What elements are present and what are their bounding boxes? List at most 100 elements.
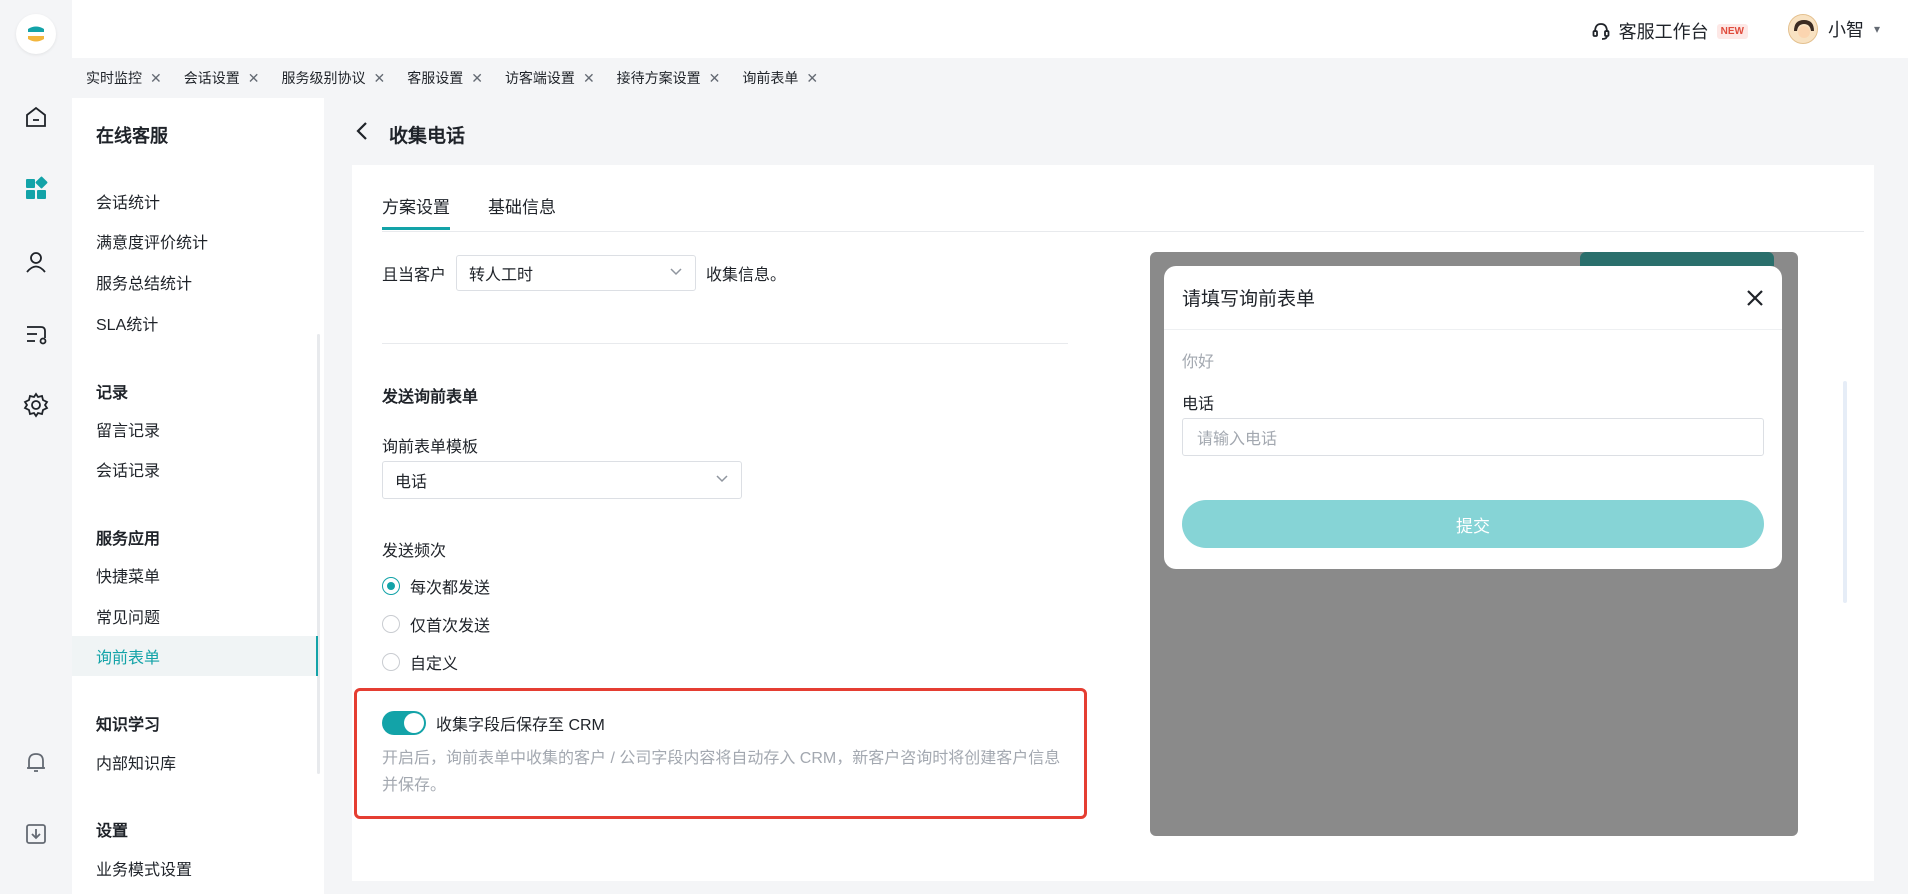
app-logo[interactable] xyxy=(16,14,56,54)
tab-realtime-monitor[interactable]: 实时监控 ✕ xyxy=(86,68,162,88)
icon-rail xyxy=(0,0,72,894)
sidebar-item-pre-chat-form[interactable]: 询前表单 xyxy=(72,636,318,676)
content-card: 方案设置 基础信息 且当客户 转人工时 收集信息。 发送询前表单 询前表单模板 … xyxy=(352,165,1874,881)
settings-icon[interactable] xyxy=(22,391,50,419)
condition-suffix: 收集信息。 xyxy=(706,267,787,284)
modal-title: 请填写询前表单 xyxy=(1182,289,1316,310)
sidebar-group-settings: 设置 xyxy=(96,823,129,840)
radio-button[interactable] xyxy=(382,653,400,671)
radio-label: 自定义 xyxy=(410,656,459,673)
tab-sla[interactable]: 服务级别协议 ✕ xyxy=(281,68,385,88)
content-tabs: 方案设置 基础信息 xyxy=(382,165,1864,232)
tab-label: 会话设置 xyxy=(183,70,240,86)
tab-label: 实时监控 xyxy=(86,70,142,86)
crm-toggle[interactable] xyxy=(382,711,426,735)
chevron-down-icon xyxy=(715,471,729,489)
tab-label: 询前表单 xyxy=(742,70,799,86)
route-icon[interactable] xyxy=(22,320,50,348)
tab-session-settings[interactable]: 会话设置 ✕ xyxy=(184,68,260,88)
chevron-down-icon: ▾ xyxy=(1873,22,1880,36)
close-icon[interactable]: ✕ xyxy=(150,70,162,87)
radio-custom[interactable]: 自定义 xyxy=(382,650,458,674)
tab-agent-settings[interactable]: 客服设置 ✕ xyxy=(407,68,483,88)
crm-toggle-row: 收集字段后保存至 CRM xyxy=(382,711,605,735)
radio-button[interactable] xyxy=(382,615,400,633)
sidebar-group-records: 记录 xyxy=(96,385,129,402)
home-icon[interactable] xyxy=(22,103,50,131)
headset-icon xyxy=(1592,23,1610,40)
tab-label: 访客端设置 xyxy=(504,70,575,86)
top-header: 客服工作台 NEW 小智 ▾ xyxy=(72,0,1908,58)
sidebar-item-quick-menu[interactable]: 快捷菜单 xyxy=(72,555,318,595)
sidebar-item-messages[interactable]: 留言记录 xyxy=(72,409,318,449)
divider xyxy=(382,343,1068,344)
submit-button[interactable]: 提交 xyxy=(1182,500,1764,548)
download-icon[interactable] xyxy=(22,820,50,848)
sidebar-item-knowledge-base[interactable]: 内部知识库 xyxy=(72,742,318,782)
sidebar-scrollbar[interactable] xyxy=(317,334,320,774)
modal-header: 请填写询前表单 xyxy=(1164,266,1782,330)
condition-select[interactable]: 转人工时 xyxy=(456,255,697,291)
workbench-label: 客服工作台 xyxy=(1618,22,1709,42)
tab-plan-settings[interactable]: 方案设置 xyxy=(382,193,450,218)
sidebar-group-knowledge: 知识学习 xyxy=(96,717,161,734)
sidebar-item-satisfaction-stats[interactable]: 满意度评价统计 xyxy=(72,221,318,261)
close-icon[interactable]: ✕ xyxy=(373,70,385,87)
close-icon[interactable]: ✕ xyxy=(583,70,595,87)
user-name: 小智 xyxy=(1827,20,1864,40)
sidebar-group-apps: 服务应用 xyxy=(96,531,161,548)
radio-first-only[interactable]: 仅首次发送 xyxy=(382,612,490,636)
crm-toggle-label: 收集字段后保存至 CRM xyxy=(436,717,605,734)
content-scrollbar[interactable] xyxy=(1843,381,1847,603)
condition-select-value: 转人工时 xyxy=(469,267,534,284)
template-label: 询前表单模板 xyxy=(382,439,479,456)
user-menu[interactable]: 小智 ▾ xyxy=(1787,14,1880,44)
close-icon[interactable]: ✕ xyxy=(248,70,260,87)
sidebar-item-business-mode[interactable]: 业务模式设置 xyxy=(72,848,318,888)
close-icon[interactable] xyxy=(1746,285,1764,311)
active-tab-indicator xyxy=(382,227,450,230)
phone-field-label: 电话 xyxy=(1182,396,1215,413)
trigger-condition-row: 且当客户 转人工时 收集信息。 xyxy=(382,255,786,291)
modal-greeting: 你好 xyxy=(1182,354,1215,371)
radio-button[interactable] xyxy=(382,577,400,595)
tab-reception-plan[interactable]: 接待方案设置 ✕ xyxy=(617,68,721,88)
sidebar-item-sla-stats[interactable]: SLA统计 xyxy=(72,303,318,343)
bell-icon[interactable] xyxy=(22,748,50,776)
sidebar-title: 在线客服 xyxy=(96,126,168,146)
avatar xyxy=(1787,14,1818,44)
secondary-sidebar: 在线客服 会话统计 满意度评价统计 服务总结统计 SLA统计 记录 留言记录 会… xyxy=(72,98,324,894)
tab-label: 接待方案设置 xyxy=(616,70,701,86)
section-send-form: 发送询前表单 xyxy=(382,389,479,406)
preview-background-button xyxy=(1580,252,1774,266)
template-select[interactable]: 电话 xyxy=(382,461,742,499)
customer-icon[interactable] xyxy=(22,248,50,276)
sidebar-item-session-stats[interactable]: 会话统计 xyxy=(72,181,318,221)
tab-basic-info[interactable]: 基础信息 xyxy=(488,193,556,218)
page-title-bar: 收集电话 xyxy=(355,120,465,148)
radio-every-time[interactable]: 每次都发送 xyxy=(382,574,490,598)
condition-prefix: 且当客户 xyxy=(382,267,447,284)
radio-label: 每次都发送 xyxy=(410,580,491,597)
tab-label: 客服设置 xyxy=(407,70,464,86)
radio-label: 仅首次发送 xyxy=(410,618,491,635)
phone-input[interactable]: 请输入电话 xyxy=(1182,418,1764,456)
tab-visitor-settings[interactable]: 访客端设置 ✕ xyxy=(505,68,595,88)
tab-pre-chat-form[interactable]: 询前表单 ✕ xyxy=(742,68,818,88)
sidebar-item-summary-stats[interactable]: 服务总结统计 xyxy=(72,262,318,302)
sidebar-item-faq[interactable]: 常见问题 xyxy=(72,596,318,636)
sidebar-item-session-records[interactable]: 会话记录 xyxy=(72,449,318,489)
form-preview: 请填写询前表单 你好 电话 请输入电话 提交 xyxy=(1150,252,1798,836)
workbench-link[interactable]: 客服工作台 NEW xyxy=(1591,18,1748,44)
page-tabs: 实时监控 ✕ 会话设置 ✕ 服务级别协议 ✕ 客服设置 ✕ 访客端设置 ✕ 接待方案设置 ✕… xyxy=(72,58,1908,98)
close-icon[interactable]: ✕ xyxy=(471,70,483,87)
close-icon[interactable]: ✕ xyxy=(709,70,721,87)
crm-help-text: 开启后，询前表单中收集的客户 / 公司字段内容将自动存入 CRM，新客户咨询时将… xyxy=(382,750,1061,794)
new-badge: NEW xyxy=(1716,23,1748,39)
frequency-label: 发送频次 xyxy=(382,543,447,560)
apps-icon[interactable] xyxy=(22,175,50,203)
template-select-value: 电话 xyxy=(395,474,428,491)
close-icon[interactable]: ✕ xyxy=(806,70,818,87)
back-icon[interactable] xyxy=(355,120,369,148)
chevron-down-icon xyxy=(669,264,683,282)
